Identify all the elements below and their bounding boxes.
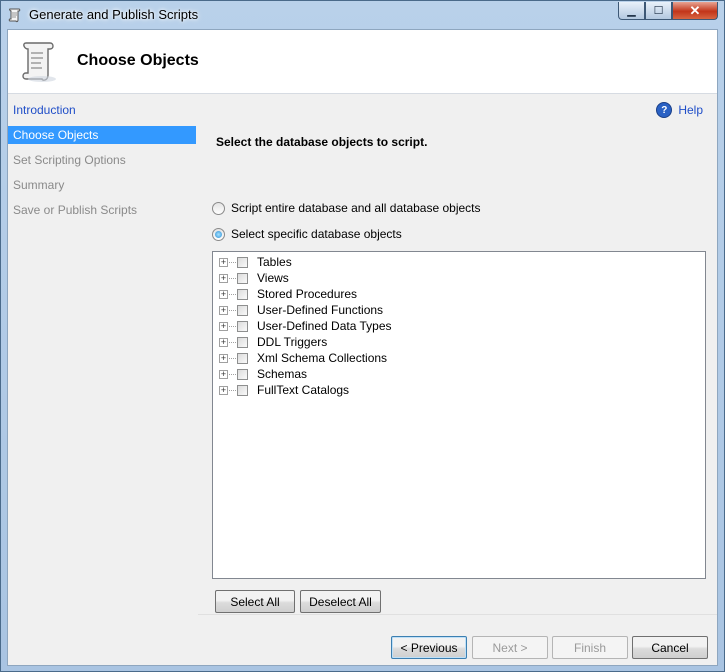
checkbox[interactable] bbox=[237, 288, 248, 300]
radio-button[interactable] bbox=[212, 227, 225, 241]
checkbox[interactable] bbox=[237, 384, 248, 396]
tree-item-label: User-Defined Functions bbox=[257, 303, 384, 317]
tree-item-label: DDL Triggers bbox=[257, 335, 328, 349]
checkbox[interactable] bbox=[237, 320, 248, 332]
nav-item-save-or-publish: Save or Publish Scripts bbox=[13, 203, 138, 217]
tree-item-label: Views bbox=[257, 271, 289, 285]
tree-item-label: User-Defined Data Types bbox=[257, 319, 392, 333]
tree-item-label: Tables bbox=[257, 255, 292, 269]
main-panel: ? Help Select the database objects to sc… bbox=[198, 94, 717, 665]
maximize-button[interactable]: ☐ bbox=[645, 2, 672, 20]
expand-icon[interactable]: + bbox=[219, 305, 228, 315]
radio-select-specific-objects[interactable]: Select specific database objects bbox=[212, 227, 402, 241]
previous-button[interactable]: < Previous bbox=[391, 636, 467, 659]
nav-item-set-scripting-options: Set Scripting Options bbox=[13, 153, 126, 167]
radio-script-entire-database[interactable]: Script entire database and all database … bbox=[212, 201, 481, 215]
nav-item-choose-objects[interactable]: Choose Objects bbox=[8, 126, 196, 144]
checkbox[interactable] bbox=[237, 304, 248, 316]
finish-button[interactable]: Finish bbox=[552, 636, 628, 659]
radio-label: Select specific database objects bbox=[231, 227, 402, 241]
window-title: Generate and Publish Scripts bbox=[29, 7, 199, 22]
next-button[interactable]: Next > bbox=[472, 636, 548, 659]
help-icon: ? bbox=[656, 102, 673, 118]
checkbox[interactable] bbox=[237, 256, 248, 268]
object-tree[interactable]: + Tables + Views + Stored Procedures + U… bbox=[212, 251, 706, 579]
tree-item-label: FullText Catalogs bbox=[257, 383, 350, 397]
tree-item-user-defined-functions[interactable]: + User-Defined Functions bbox=[219, 302, 383, 318]
tree-item-views[interactable]: + Views bbox=[219, 270, 289, 286]
minimize-icon: ▁ bbox=[627, 5, 636, 17]
expand-icon[interactable]: + bbox=[219, 353, 228, 363]
checkbox[interactable] bbox=[237, 272, 248, 284]
minimize-button[interactable]: ▁ bbox=[618, 2, 645, 20]
title-bar[interactable]: Generate and Publish Scripts ▁ ☐ ✕ bbox=[1, 1, 724, 29]
close-button[interactable]: ✕ bbox=[672, 2, 718, 20]
help-link[interactable]: ? Help bbox=[656, 102, 703, 118]
expand-icon[interactable]: + bbox=[219, 321, 228, 331]
cancel-button[interactable]: Cancel bbox=[632, 636, 708, 659]
tree-item-label: Xml Schema Collections bbox=[257, 351, 388, 365]
dialog-window: Generate and Publish Scripts ▁ ☐ ✕ Choos… bbox=[0, 0, 725, 672]
help-label: Help bbox=[678, 103, 703, 117]
expand-icon[interactable]: + bbox=[219, 257, 228, 267]
maximize-icon: ☐ bbox=[653, 5, 664, 17]
deselect-all-button[interactable]: Deselect All bbox=[300, 590, 381, 613]
tree-item-schemas[interactable]: + Schemas bbox=[219, 366, 307, 382]
radio-button[interactable] bbox=[212, 201, 225, 215]
tree-item-tables[interactable]: + Tables bbox=[219, 254, 292, 270]
close-icon: ✕ bbox=[689, 2, 701, 18]
tree-item-stored-procedures[interactable]: + Stored Procedures bbox=[219, 286, 357, 302]
page-title: Choose Objects bbox=[77, 52, 199, 69]
instruction-text: Select the database objects to script. bbox=[216, 135, 428, 149]
wizard-navigation: Introduction Choose Objects Set Scriptin… bbox=[8, 94, 198, 665]
page-header: Choose Objects bbox=[8, 30, 717, 94]
script-scroll-icon bbox=[22, 42, 56, 82]
tree-item-user-defined-data-types[interactable]: + User-Defined Data Types bbox=[219, 318, 392, 334]
expand-icon[interactable]: + bbox=[219, 337, 228, 347]
expand-icon[interactable]: + bbox=[219, 385, 228, 395]
checkbox[interactable] bbox=[237, 368, 248, 380]
select-all-button[interactable]: Select All bbox=[215, 590, 295, 613]
expand-icon[interactable]: + bbox=[219, 273, 228, 283]
radio-label: Script entire database and all database … bbox=[231, 201, 481, 215]
dialog-client: Choose Objects Introduction Choose Objec… bbox=[7, 29, 718, 666]
expand-icon[interactable]: + bbox=[219, 369, 228, 379]
nav-item-summary: Summary bbox=[13, 178, 65, 192]
nav-item-introduction[interactable]: Introduction bbox=[8, 101, 196, 119]
tree-item-ddl-triggers[interactable]: + DDL Triggers bbox=[219, 334, 327, 350]
script-scroll-icon bbox=[8, 8, 21, 23]
expand-icon[interactable]: + bbox=[219, 289, 228, 299]
tree-item-label: Schemas bbox=[257, 367, 308, 381]
checkbox[interactable] bbox=[237, 336, 248, 348]
footer-separator bbox=[198, 614, 717, 615]
tree-item-fulltext-catalogs[interactable]: + FullText Catalogs bbox=[219, 382, 349, 398]
tree-item-label: Stored Procedures bbox=[257, 287, 358, 301]
checkbox[interactable] bbox=[237, 352, 248, 364]
tree-item-xml-schema-collections[interactable]: + Xml Schema Collections bbox=[219, 350, 387, 366]
